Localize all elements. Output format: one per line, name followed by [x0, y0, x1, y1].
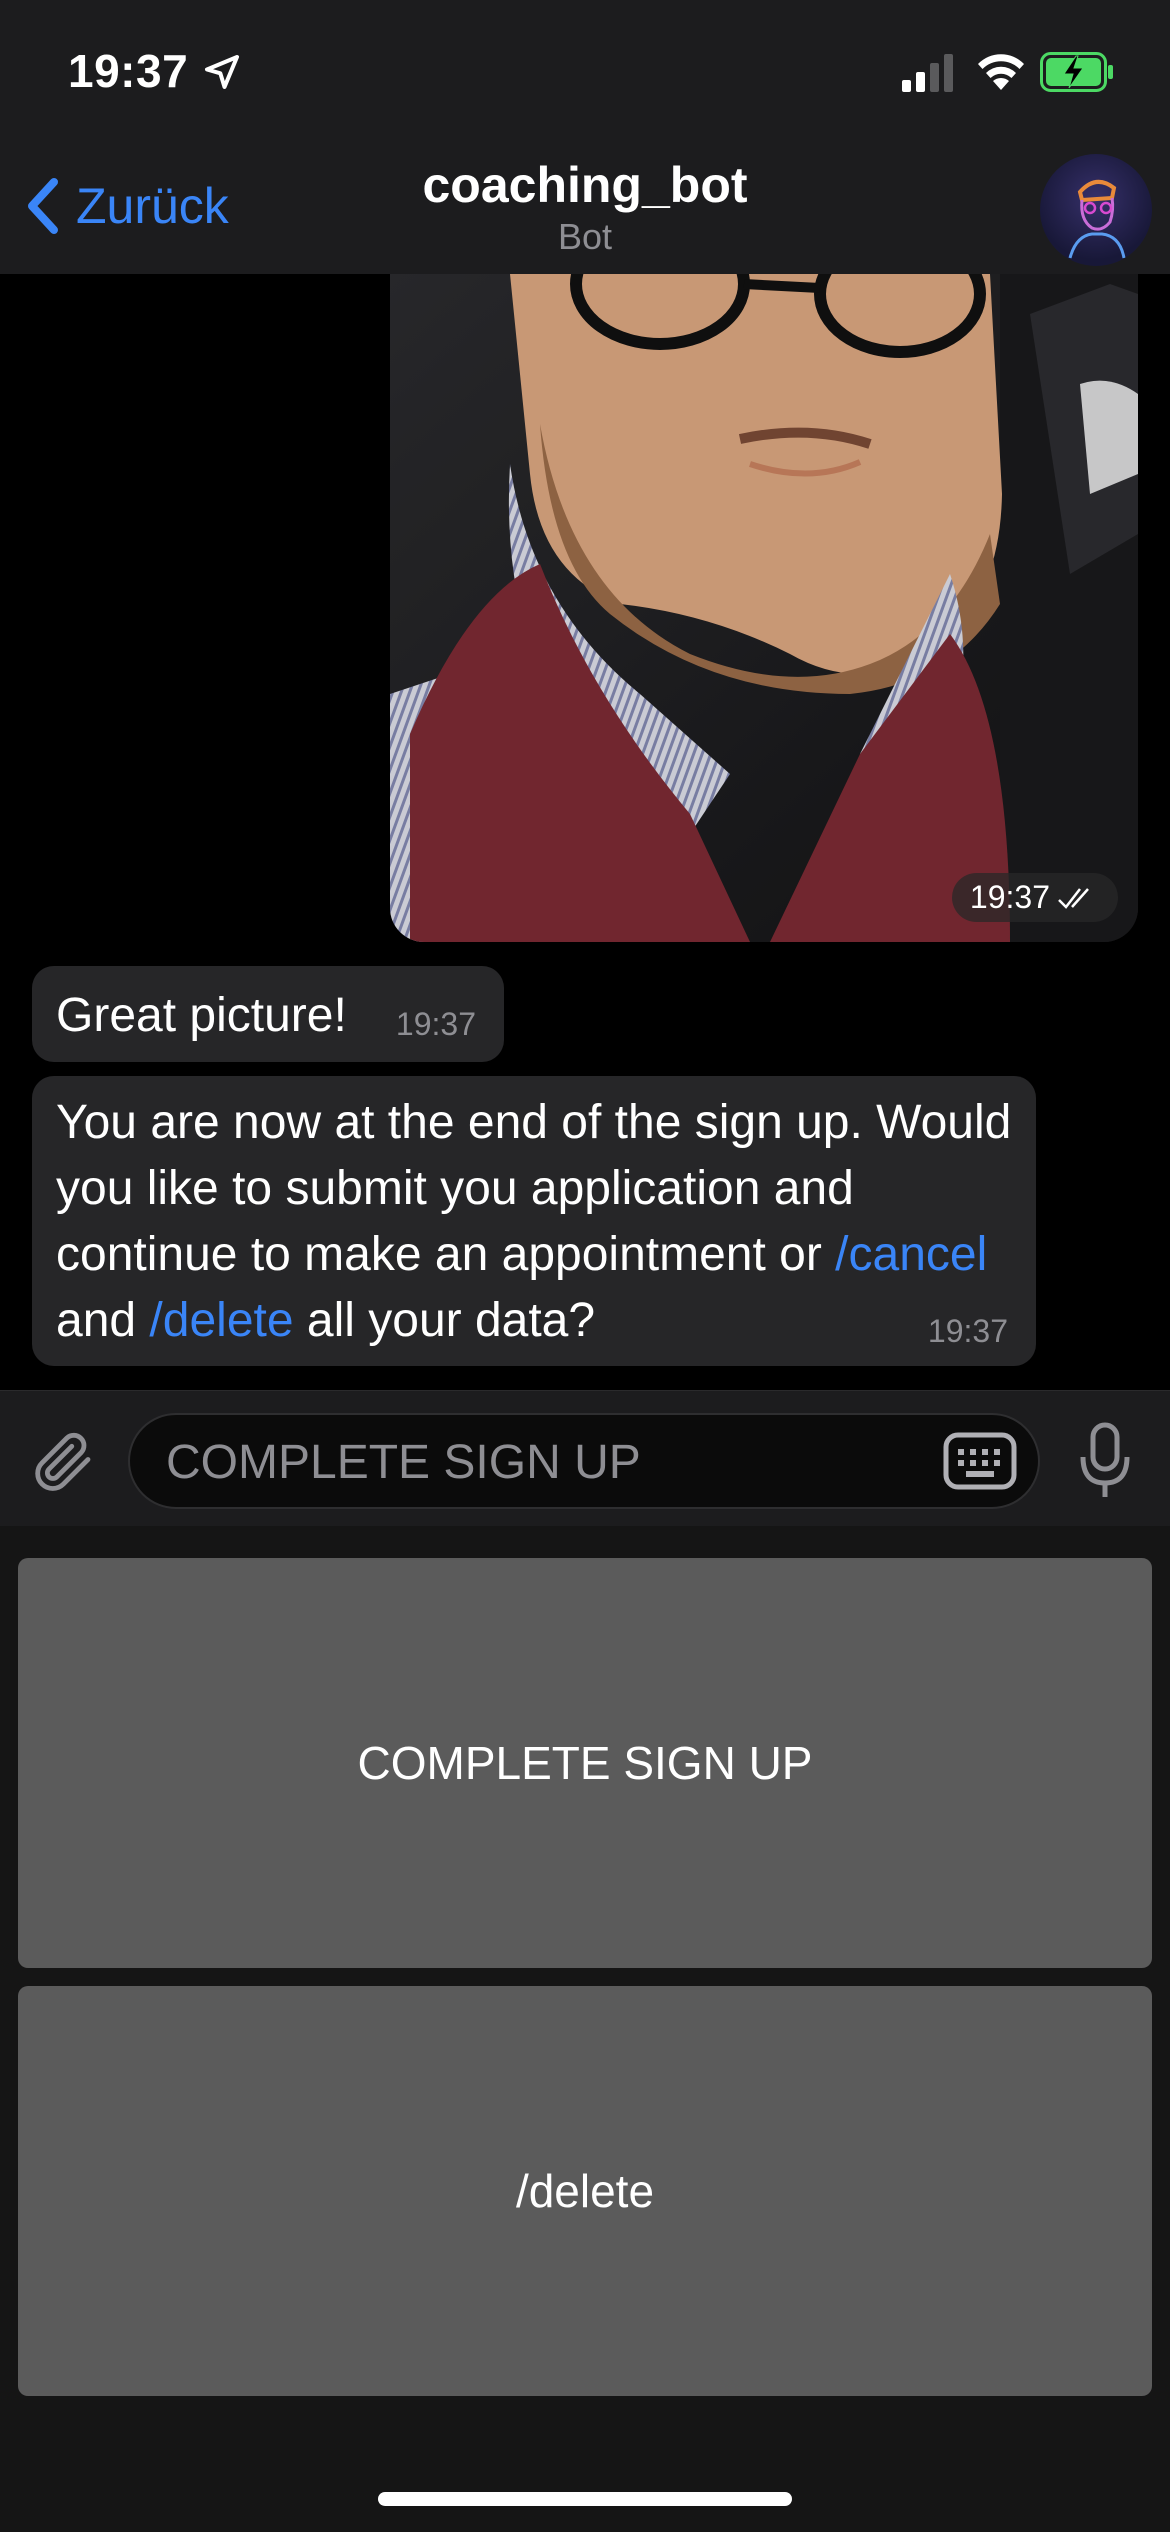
battery-charging-icon: [1040, 52, 1113, 92]
keyboard-icon[interactable]: [942, 1429, 1018, 1493]
message-timestamp: 19:37: [927, 1313, 1008, 1349]
bot-reply-keyboard: COMPLETE SIGN UP /delete: [0, 1526, 1170, 2532]
double-check-icon: [1058, 887, 1089, 909]
status-time: 19:37: [68, 45, 189, 97]
chat-header: Zurück coaching_bot Bot: [0, 150, 1170, 275]
status-bar: 19:37: [0, 0, 1170, 150]
keyboard-button-complete-sign-up[interactable]: COMPLETE SIGN UP: [18, 1558, 1152, 1968]
message-text: You are now at the end of the sign up. W…: [56, 1096, 1012, 1347]
received-message-bubble[interactable]: Great picture! 19:37: [32, 966, 504, 1062]
message-input-bar: [0, 1390, 1170, 1527]
command-link-delete[interactable]: /delete: [149, 1294, 293, 1347]
bot-avatar[interactable]: [1040, 154, 1152, 266]
microphone-icon[interactable]: [1078, 1421, 1132, 1501]
message-field-container[interactable]: [128, 1413, 1040, 1509]
paperclip-icon[interactable]: [28, 1425, 100, 1497]
location-arrow-icon: [205, 55, 239, 89]
message-list[interactable]: 19:37 Great picture! 19:37 You are now a…: [0, 274, 1170, 1390]
selfie-photo: [390, 274, 1138, 942]
chat-title[interactable]: coaching_bot: [0, 156, 1170, 214]
chat-subtitle: Bot: [557, 216, 613, 257]
wifi-icon: [978, 54, 1024, 90]
photo-timestamp: 19:37: [951, 873, 1118, 922]
message-text: Great picture!: [56, 989, 347, 1042]
message-timestamp: 19:37: [395, 1006, 476, 1042]
command-link-cancel[interactable]: /cancel: [835, 1228, 987, 1281]
keyboard-button-delete[interactable]: /delete: [18, 1986, 1152, 2396]
message-input[interactable]: [164, 1415, 928, 1509]
sent-photo-message[interactable]: 19:37: [390, 274, 1138, 942]
received-message-bubble[interactable]: You are now at the end of the sign up. W…: [32, 1076, 1036, 1366]
avatar-face-icon: [1068, 180, 1126, 259]
cellular-signal-icon: [902, 54, 953, 92]
home-indicator[interactable]: [378, 2492, 792, 2506]
